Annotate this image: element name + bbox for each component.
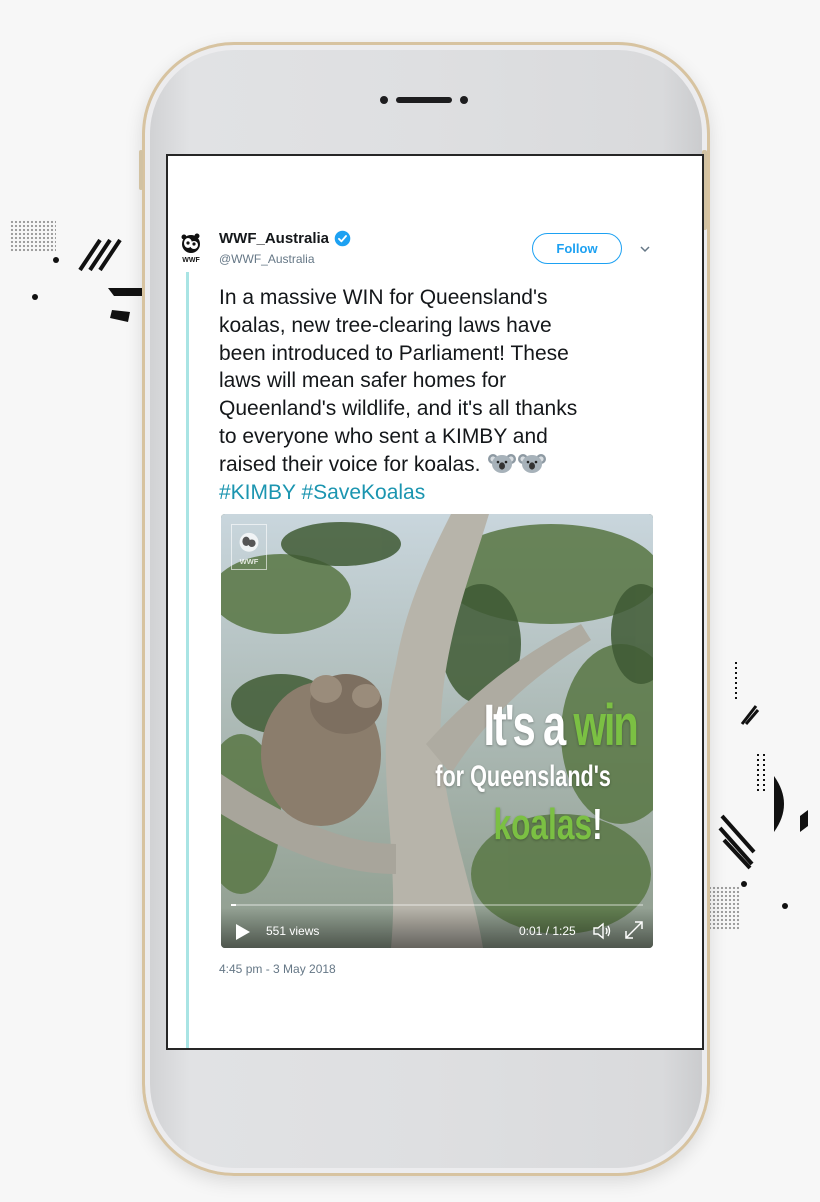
tweet-text-line: been introduced to Parliament! These — [219, 341, 569, 365]
overlay-text: It's a — [483, 693, 574, 758]
video-overlay-headline: It's a win — [483, 692, 639, 759]
decorative-dot — [32, 294, 38, 300]
phone-side-button-left — [139, 150, 143, 190]
svg-text:WWF: WWF — [182, 257, 200, 264]
thread-line — [186, 272, 189, 1048]
user-handle[interactable]: @WWF_Australia — [219, 252, 315, 266]
tweet-text: In a massive WIN for Queensland's koalas… — [219, 284, 659, 506]
volume-icon[interactable] — [592, 921, 612, 941]
play-icon[interactable] — [235, 923, 251, 941]
svg-text:WWF: WWF — [240, 557, 259, 566]
display-name[interactable]: WWF_Australia — [219, 230, 329, 247]
tweet-text-line: Queenland's wildlife, and it's all thank… — [219, 397, 578, 421]
hashtag-links[interactable]: #KIMBY #SaveKoalas — [219, 479, 659, 507]
tweet-text-line-last: raised their voice for koalas. — [219, 451, 659, 479]
tweet-text-line: laws will mean safer homes for — [219, 369, 507, 393]
verified-badge-icon — [334, 230, 351, 247]
video-overlay-subline: for Queensland's — [435, 760, 611, 793]
follow-button[interactable]: Follow — [532, 233, 622, 264]
wwf-panda-avatar-icon[interactable]: WWF — [178, 232, 204, 264]
overlay-text: ! — [592, 800, 603, 849]
wwf-watermark-icon: WWF — [231, 524, 267, 570]
video-time: 0:01 / 1:25 — [519, 924, 576, 938]
phone-speaker — [380, 96, 468, 104]
tweet-text-line: koalas, new tree-clearing laws have — [219, 313, 552, 337]
koala-emoji-icon — [488, 453, 517, 473]
koala-emoji-icon — [518, 453, 547, 473]
tweet-text-line: raised their voice for koalas. — [219, 452, 481, 476]
chevron-down-icon[interactable] — [638, 242, 652, 256]
overlay-text-highlight: koalas — [493, 800, 593, 849]
video-progress-fill — [231, 904, 236, 906]
tweet-text-line: to everyone who sent a KIMBY and — [219, 424, 548, 448]
overlay-text-highlight: win — [573, 693, 639, 758]
tweet-text-line: In a massive WIN for Queensland's — [219, 286, 548, 309]
fullscreen-icon[interactable] — [623, 919, 645, 941]
view-count: 551 views — [266, 924, 320, 938]
video-player[interactable]: WWF It's a win for Queensland's koalas! … — [221, 514, 653, 948]
decorative-slashes — [53, 238, 143, 322]
phone-screen: WWF WWF_Australia @WWF_Australia Follow … — [166, 154, 704, 1050]
video-overlay-tagline: koalas! — [494, 800, 603, 850]
video-progress-bar[interactable] — [231, 904, 643, 906]
tweet-timestamp[interactable]: 4:45 pm - 3 May 2018 — [219, 962, 336, 976]
